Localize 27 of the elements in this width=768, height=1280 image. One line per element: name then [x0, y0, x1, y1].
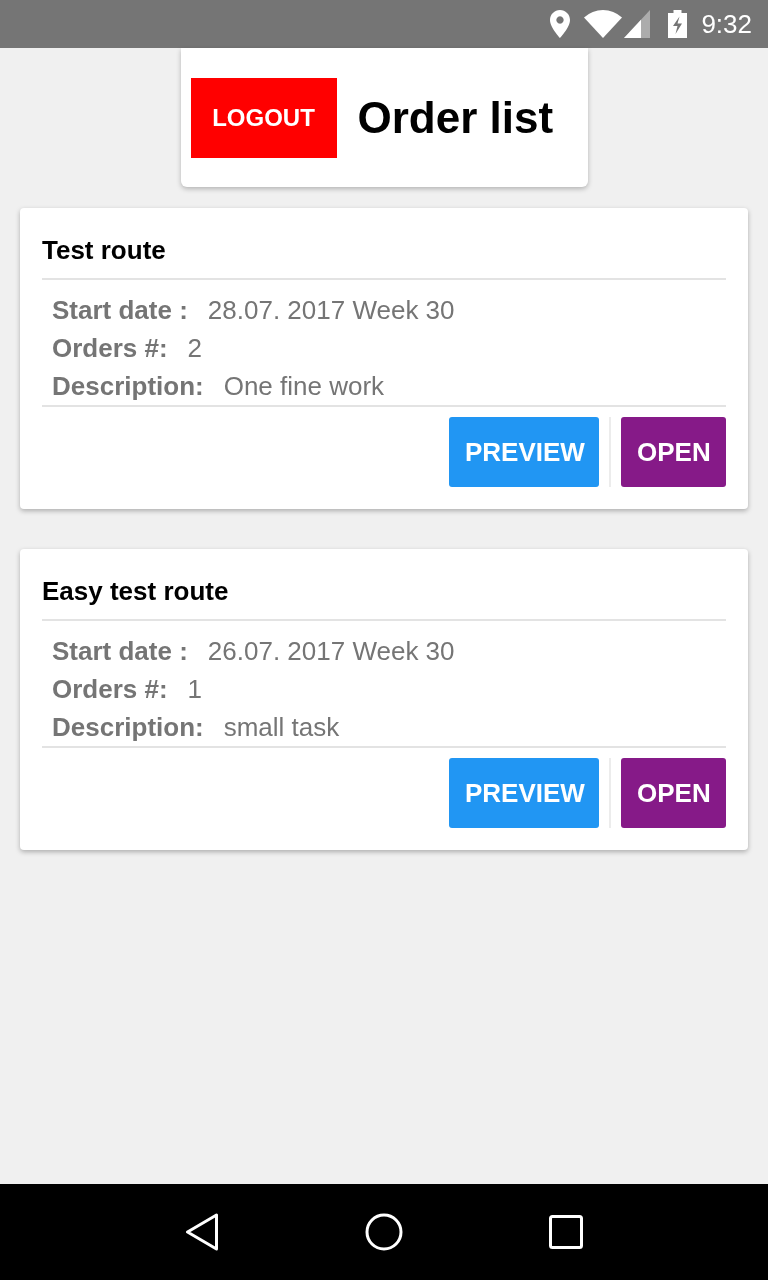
location-pin-icon — [550, 10, 571, 38]
field-value: One fine work — [223, 370, 385, 403]
field-value: 2 — [187, 332, 203, 365]
field-label: Start date : — [52, 635, 188, 668]
status-time: 9:32 — [701, 9, 752, 39]
preview-button[interactable]: PREVIEW — [449, 417, 599, 487]
field-label: Orders #: — [52, 673, 168, 706]
field-value: 1 — [187, 673, 203, 706]
field-value: 26.07. 2017 Week 30 — [207, 635, 455, 668]
field-label: Orders #: — [52, 332, 168, 365]
home-icon[interactable] — [365, 1213, 403, 1251]
back-icon[interactable] — [185, 1213, 219, 1251]
preview-button[interactable]: PREVIEW — [449, 758, 599, 828]
open-button[interactable]: OPEN — [621, 758, 726, 828]
field-label: Start date : — [52, 294, 188, 327]
page-title: Order list — [357, 93, 554, 143]
logout-button[interactable]: LOGOUT — [190, 78, 337, 158]
field-label: Description: — [52, 370, 204, 403]
battery-charging-icon — [668, 10, 688, 38]
recents-icon[interactable] — [549, 1215, 583, 1249]
open-button[interactable]: OPEN — [621, 417, 726, 487]
field-label: Description: — [52, 711, 204, 744]
route-title: Test route — [42, 208, 726, 280]
route-title: Easy test route — [42, 549, 726, 621]
field-value: 28.07. 2017 Week 30 — [207, 294, 455, 327]
signal-icon — [624, 10, 651, 38]
field-value: small task — [223, 711, 340, 744]
